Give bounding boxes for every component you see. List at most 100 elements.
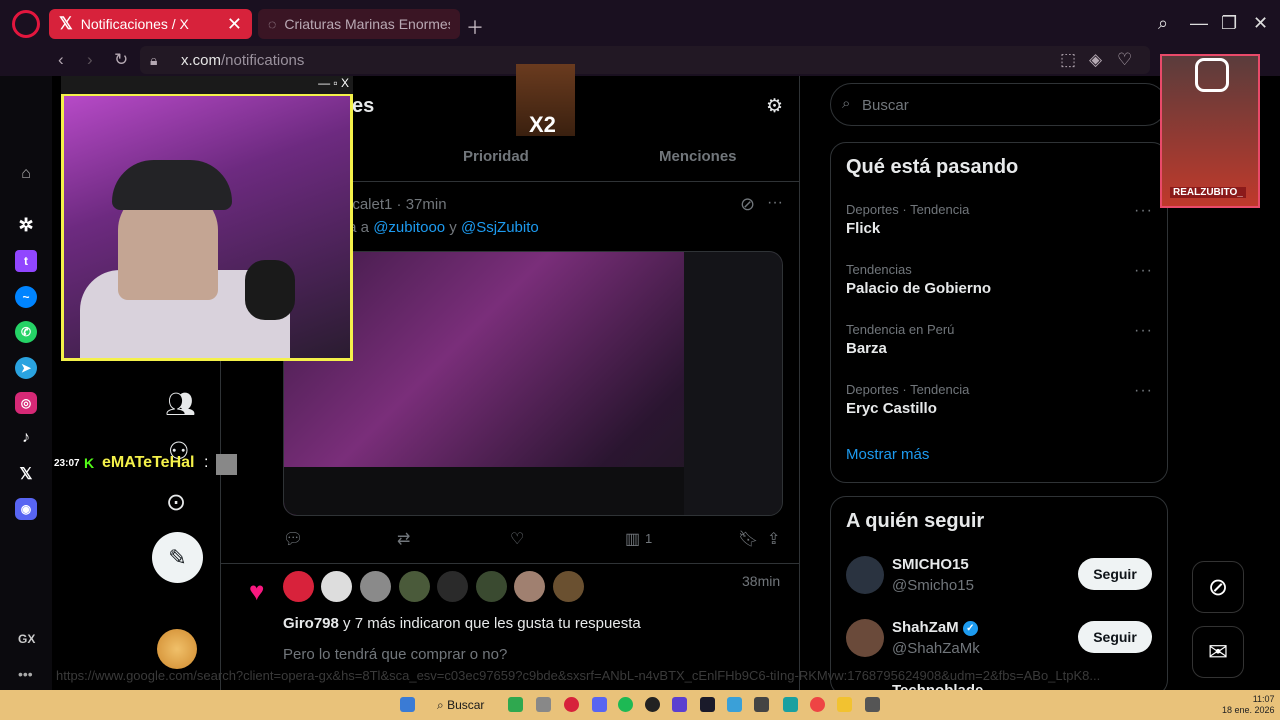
heart-icon[interactable]: ♡: [1117, 50, 1132, 70]
settings-gear-icon[interactable]: ⚙: [766, 95, 783, 118]
spotify-taskbar-icon[interactable]: [618, 697, 633, 712]
grok-button[interactable]: ⊘: [1192, 561, 1244, 613]
maximize-icon[interactable]: ❐: [1221, 13, 1237, 34]
tab-prioridad[interactable]: Prioridad: [463, 148, 529, 165]
twitch-icon[interactable]: t: [15, 250, 37, 272]
follow-name[interactable]: ShahZaM ✓: [892, 619, 978, 636]
gx-label[interactable]: GX: [18, 632, 35, 646]
like-icon[interactable]: ♡: [510, 529, 524, 549]
trend-name[interactable]: Eryc Castillo: [846, 400, 937, 417]
tab-title: Criaturas Marinas Enormes: [284, 16, 450, 32]
x-side-icon[interactable]: 𝕏: [15, 463, 37, 485]
search-tabs-icon[interactable]: ⌕: [1158, 13, 1168, 34]
tab-notifications[interactable]: 𝕏 Notificaciones / X ✕: [49, 9, 252, 39]
taskbar-app-icon[interactable]: [700, 697, 715, 712]
url-text[interactable]: x.com/notifications: [181, 52, 304, 69]
telegram-icon[interactable]: ➤: [15, 357, 37, 379]
trend-category: Deportes · Tendencia: [846, 202, 970, 217]
tiktok-icon[interactable]: ♪: [15, 427, 37, 449]
avatar[interactable]: [846, 619, 884, 657]
instagram-side-icon[interactable]: ◎: [15, 392, 37, 414]
follow-button[interactable]: Seguir: [1078, 558, 1152, 590]
chatgpt-icon[interactable]: ✲: [15, 214, 37, 236]
bookmark-icon[interactable]: 🔖︎: [738, 529, 758, 549]
trend-name[interactable]: Barza: [846, 340, 887, 357]
messenger-icon[interactable]: ~: [15, 286, 37, 308]
reload-icon[interactable]: ↻: [114, 50, 128, 70]
liked-heart-icon: ♥: [249, 576, 265, 606]
avatar[interactable]: [360, 571, 391, 602]
back-icon[interactable]: ‹: [58, 50, 64, 70]
close-window-icon[interactable]: ✕: [1253, 13, 1268, 34]
opera-gx-taskbar-icon[interactable]: [564, 697, 579, 712]
user-avatar[interactable]: [157, 629, 197, 669]
gx-corner-icon[interactable]: ⌂: [15, 163, 37, 185]
taskbar-app-icon[interactable]: [865, 697, 880, 712]
trend-category: Tendencias: [846, 262, 912, 277]
follow-name[interactable]: SMICHO15: [892, 556, 969, 573]
taskbar-app-icon[interactable]: [783, 697, 798, 712]
chat-emote-icon: [216, 454, 237, 475]
trend-name[interactable]: Palacio de Gobierno: [846, 280, 991, 297]
avatar[interactable]: [846, 556, 884, 594]
notification-text: Giro798 y 7 más indicaron que les gusta …: [283, 615, 641, 632]
trend-more-icon[interactable]: ···: [1134, 322, 1153, 340]
communities-icon[interactable]: 👥︎: [165, 390, 195, 419]
more-dots-icon[interactable]: •••: [18, 666, 33, 682]
kick-badge-icon: K: [84, 455, 95, 471]
follow-name[interactable]: Technoblade: [892, 682, 983, 690]
trending-panel: [830, 142, 1168, 483]
new-tab-icon[interactable]: ＋: [466, 14, 484, 40]
forward-icon[interactable]: ›: [87, 50, 93, 70]
chrome-taskbar-icon[interactable]: [810, 697, 825, 712]
avatar[interactable]: [514, 571, 545, 602]
taskbar-app-icon[interactable]: [754, 697, 769, 712]
trend-name[interactable]: Flick: [846, 220, 880, 237]
explorer-taskbar-icon[interactable]: [837, 697, 852, 712]
avatar[interactable]: [399, 571, 430, 602]
close-tab-icon[interactable]: ✕: [227, 14, 242, 35]
minimize-icon[interactable]: —: [1190, 13, 1208, 34]
avatar[interactable]: [283, 571, 314, 602]
show-more-link[interactable]: Mostrar más: [846, 446, 929, 463]
trend-more-icon[interactable]: ···: [1134, 262, 1153, 280]
views-icon[interactable]: ▥: [625, 529, 640, 549]
shield-icon[interactable]: ◈: [1089, 50, 1102, 70]
taskbar-app-icon[interactable]: [727, 697, 742, 712]
reply-icon[interactable]: 💬︎: [283, 529, 303, 549]
whatsapp-icon[interactable]: ✆: [15, 321, 37, 343]
avatar[interactable]: [553, 571, 584, 602]
webcam-window-controls[interactable]: — ▫ X: [318, 76, 349, 90]
opera-logo-icon[interactable]: [12, 10, 40, 38]
start-icon[interactable]: [400, 697, 415, 712]
discord-taskbar-icon[interactable]: [592, 697, 607, 712]
follow-handle: @Smicho15: [892, 577, 974, 594]
avatar[interactable]: [437, 571, 468, 602]
trend-more-icon[interactable]: ···: [1134, 202, 1153, 220]
tweet-more-icon[interactable]: ···: [767, 194, 783, 212]
search-icon: ⌕: [842, 95, 851, 112]
mention-link[interactable]: @zubitooo: [373, 219, 445, 236]
taskbar-app-icon[interactable]: [508, 697, 523, 712]
grok-icon[interactable]: ⊘: [740, 194, 755, 215]
follow-button[interactable]: Seguir: [1078, 621, 1152, 653]
compose-post-button[interactable]: ✎: [152, 532, 203, 583]
snapshot-icon[interactable]: ⬚: [1060, 50, 1076, 70]
retweet-icon[interactable]: ⇄: [397, 529, 410, 549]
taskbar-search[interactable]: ⌕ Buscar: [437, 698, 484, 713]
taskbar-clock[interactable]: 11:07 18 ene. 2026: [1222, 694, 1275, 716]
tab-criaturas[interactable]: ◌ Criaturas Marinas Enormes: [258, 9, 460, 39]
mention-link[interactable]: @SsjZubito: [461, 219, 539, 236]
taskbar-app-icon[interactable]: [672, 697, 687, 712]
discord-icon[interactable]: ◉: [15, 498, 37, 520]
share-icon[interactable]: ⇪: [767, 529, 780, 549]
tweet-media-image[interactable]: [283, 251, 783, 516]
media-chat-panel: [684, 252, 782, 515]
avatar[interactable]: [321, 571, 352, 602]
taskbar-app-icon[interactable]: [536, 697, 551, 712]
trend-more-icon[interactable]: ···: [1134, 382, 1153, 400]
tab-menciones[interactable]: Menciones: [659, 148, 737, 165]
more-icon[interactable]: ⊙: [166, 488, 186, 517]
avatar[interactable]: [476, 571, 507, 602]
taskbar-app-icon[interactable]: [645, 697, 660, 712]
